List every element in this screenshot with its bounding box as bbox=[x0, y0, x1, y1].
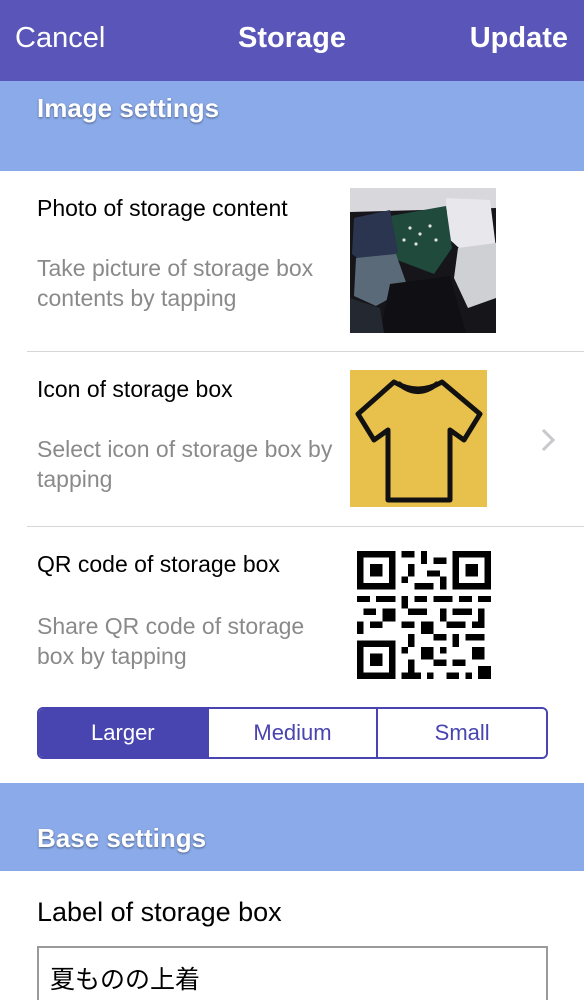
base-settings-title: Base settings bbox=[37, 823, 207, 853]
photo-row-description: Take picture of storage box contents by … bbox=[37, 255, 314, 311]
icon-row-title: Icon of storage box bbox=[37, 376, 233, 402]
size-option-medium[interactable]: Medium bbox=[206, 709, 377, 757]
icon-row[interactable]: Icon of storage box Select icon of stora… bbox=[0, 352, 584, 527]
qr-row[interactable]: QR code of storage box Share QR code of … bbox=[0, 527, 584, 783]
image-settings-title: Image settings bbox=[37, 93, 220, 123]
qr-size-selector[interactable]: Larger Medium Small bbox=[37, 707, 548, 759]
chevron-right-icon bbox=[538, 426, 560, 454]
photo-row[interactable]: Photo of storage content Take picture of… bbox=[0, 171, 584, 352]
qr-code-icon[interactable] bbox=[357, 551, 491, 679]
label-field-title: Label of storage box bbox=[37, 897, 282, 927]
update-button[interactable]: Update bbox=[470, 22, 568, 55]
image-settings-header: Image settings bbox=[0, 81, 584, 171]
size-option-larger[interactable]: Larger bbox=[39, 709, 207, 757]
cancel-button[interactable]: Cancel bbox=[15, 22, 105, 55]
base-settings-header: Base settings bbox=[0, 783, 584, 871]
photo-row-title: Photo of storage content bbox=[37, 195, 288, 221]
size-option-small[interactable]: Small bbox=[376, 709, 546, 757]
qr-row-description: Share QR code of storage box by tapping bbox=[37, 613, 305, 669]
qr-row-title: QR code of storage box bbox=[37, 551, 280, 577]
label-input[interactable]: 夏ものの上着 bbox=[37, 946, 548, 1000]
storage-content-photo[interactable] bbox=[350, 188, 496, 333]
icon-row-description: Select icon of storage box by tapping bbox=[37, 436, 333, 492]
navigation-bar: Cancel Storage Update bbox=[0, 0, 584, 81]
t-shirt-icon[interactable] bbox=[350, 370, 487, 507]
